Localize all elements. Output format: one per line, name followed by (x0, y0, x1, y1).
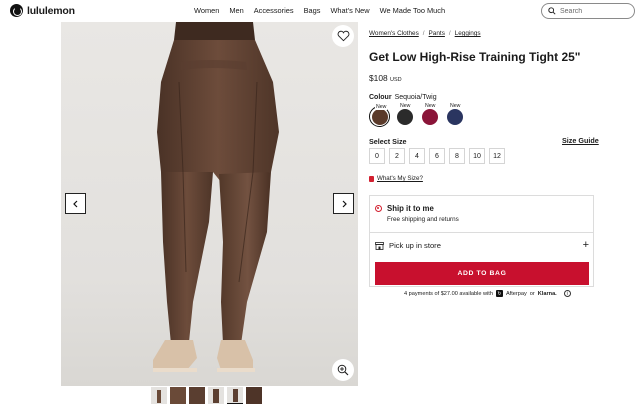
swatch-sequoia-twig[interactable]: New (369, 104, 390, 127)
product-image[interactable] (61, 22, 358, 386)
thumbnail-4[interactable] (208, 387, 224, 404)
brand-name: lululemon (27, 4, 75, 17)
select-size-label: Select Size (369, 137, 407, 146)
thumbnail-5[interactable] (227, 387, 243, 404)
colour-label: Colour (369, 94, 392, 101)
nav-women[interactable]: Women (194, 6, 219, 15)
colour-value: Sequoia/Twig (394, 94, 437, 101)
breadcrumb-pants[interactable]: Pants (429, 30, 445, 37)
zoom-button[interactable] (332, 359, 354, 381)
nav-bags[interactable]: Bags (304, 6, 321, 15)
pickup-label: Pick up in store (389, 241, 441, 250)
site-header: lululemon Women Men Accessories Bags Wha… (0, 0, 640, 22)
swatch-red[interactable]: New (419, 103, 440, 127)
product-photo-leggings (153, 22, 279, 372)
whats-my-size-link[interactable]: What's My Size? (377, 175, 423, 182)
nav-accessories[interactable]: Accessories (254, 6, 294, 15)
thumbnail-2[interactable] (170, 387, 186, 404)
new-badge: New (399, 103, 412, 109)
fulfilment-options: Ship it to me Free shipping and returns … (369, 195, 594, 287)
thumbnail-1[interactable] (151, 387, 167, 404)
price-currency: USD (389, 77, 402, 83)
thumbnail-3[interactable] (189, 387, 205, 404)
breadcrumb-womens-clothes[interactable]: Women's Clothes (369, 30, 419, 37)
whats-my-size: What's My Size? (369, 175, 423, 182)
size-guide-link[interactable]: Size Guide (562, 136, 599, 145)
colour-selection: Colour Sequoia/Twig (369, 94, 437, 101)
zoom-in-icon (337, 364, 349, 376)
search-icon (548, 7, 556, 15)
new-badge: New (449, 103, 462, 109)
thumbnail-strip (151, 387, 262, 404)
size-10[interactable]: 10 (469, 148, 485, 164)
next-image-button[interactable] (333, 193, 354, 214)
swatch-navy[interactable]: New (444, 103, 465, 127)
size-12[interactable]: 12 (489, 148, 505, 164)
radio-selected-icon[interactable] (375, 205, 382, 212)
wishlist-button[interactable] (332, 25, 354, 47)
chevron-left-icon (72, 200, 77, 207)
size-6[interactable]: 6 (429, 148, 445, 164)
payment-options: 4 payments of $27.00 available with ↻ Af… (404, 290, 571, 297)
afterpay-icon: ↻ (495, 290, 503, 297)
ship-title: Ship it to me (387, 204, 434, 213)
chevron-right-icon (342, 200, 347, 207)
ship-option[interactable]: Ship it to me Free shipping and returns (375, 204, 459, 223)
swatch-black[interactable]: New (394, 103, 415, 127)
klarna-label: Klarna. (537, 290, 557, 297)
colour-swatches: New New New New (369, 103, 465, 127)
nav-men[interactable]: Men (229, 6, 243, 15)
store-icon (375, 241, 384, 250)
heart-icon (337, 30, 349, 42)
ship-subtitle: Free shipping and returns (387, 216, 459, 223)
size-4[interactable]: 4 (409, 148, 425, 164)
add-to-bag-button[interactable]: ADD TO BAG (375, 262, 589, 285)
new-badge: New (375, 104, 388, 110)
divider (370, 232, 593, 233)
size-8[interactable]: 8 (449, 148, 465, 164)
search-box[interactable] (541, 3, 635, 19)
pickup-option[interactable]: Pick up in store + (375, 239, 589, 251)
lululemon-logo-icon (10, 4, 23, 17)
breadcrumb: Women's Clothes / Pants / Leggings (369, 30, 481, 37)
ruler-icon (369, 175, 374, 182)
previous-image-button[interactable] (65, 193, 86, 214)
expand-plus-icon[interactable]: + (583, 239, 589, 251)
product-price: $108 USD (369, 73, 402, 83)
nav-whats-new[interactable]: What's New (330, 6, 369, 15)
new-badge: New (424, 103, 437, 109)
size-2[interactable]: 2 (389, 148, 405, 164)
search-input[interactable] (560, 7, 630, 15)
payment-text: 4 payments of $27.00 available with (404, 290, 493, 297)
info-icon[interactable]: i (563, 290, 571, 297)
payment-or: or (529, 290, 535, 297)
afterpay-label: Afterpay (505, 290, 527, 297)
nav-we-made-too-much[interactable]: We Made Too Much (380, 6, 445, 15)
size-options: 0 2 4 6 8 10 12 (369, 148, 505, 164)
product-title: Get Low High-Rise Training Tight 25" (369, 50, 581, 64)
main-nav: Women Men Accessories Bags What's New We… (194, 6, 445, 15)
brand-logo[interactable]: lululemon (10, 4, 75, 17)
size-0[interactable]: 0 (369, 148, 385, 164)
breadcrumb-leggings[interactable]: Leggings (455, 30, 481, 37)
thumbnail-6[interactable] (246, 387, 262, 404)
